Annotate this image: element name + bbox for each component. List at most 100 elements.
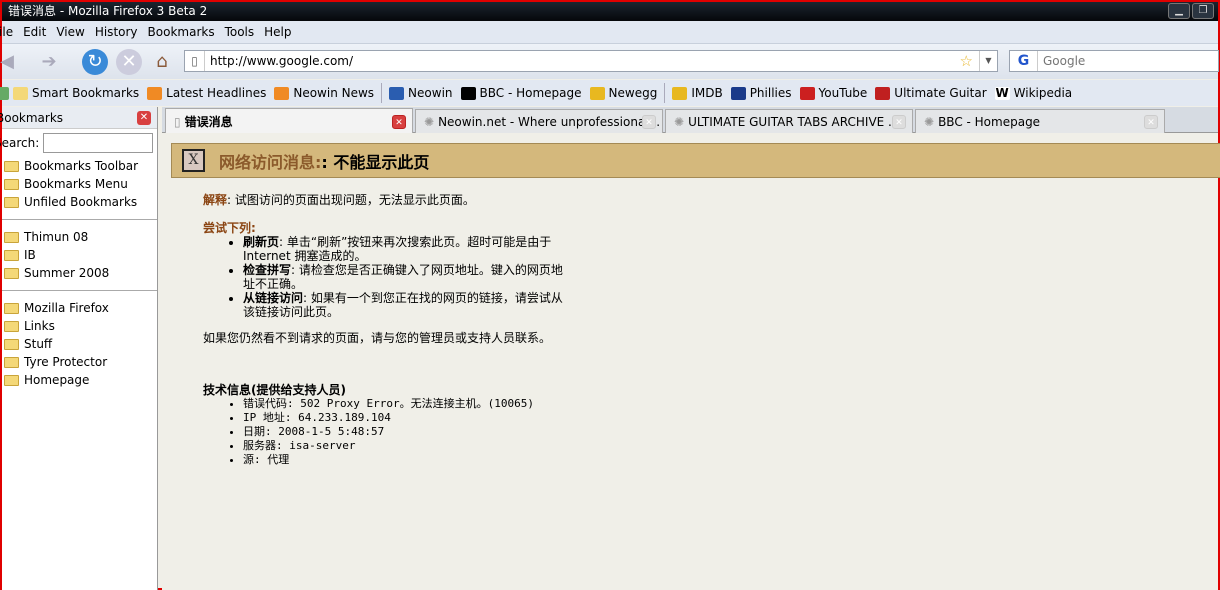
sidebar-folder[interactable]: Mozilla Firefox xyxy=(2,299,157,317)
folder-label: Homepage xyxy=(24,373,90,387)
rss-icon xyxy=(274,86,290,100)
sidebar-folder[interactable]: Links xyxy=(2,317,157,335)
banner-subtitle: : 不能显示此页 xyxy=(321,152,430,172)
sidebar-folder[interactable]: Tyre Protector xyxy=(2,353,157,371)
bookmark-ultimate-guitar[interactable]: Ultimate Guitar xyxy=(871,86,990,100)
bookmark-neowin[interactable]: Neowin xyxy=(385,86,456,100)
url-bar[interactable]: ▯ ☆ ▼ xyxy=(184,50,998,72)
bookmark-imdb[interactable]: IMDB xyxy=(668,86,726,100)
menu-file[interactable]: File xyxy=(0,21,18,43)
tab-close-button[interactable]: ✕ xyxy=(392,114,406,129)
search-bar[interactable]: G xyxy=(1009,50,1219,72)
tab[interactable]: ✺ ULTIMATE GUITAR TABS ARCHIVE ... ✕ xyxy=(665,109,913,133)
sidebar-folder[interactable]: Unfiled Bookmarks xyxy=(2,193,157,211)
forward-button[interactable]: ➔ xyxy=(36,49,62,75)
bookmark-label: Smart Bookmarks xyxy=(32,86,140,100)
google-engine-icon[interactable]: G xyxy=(1010,51,1038,71)
folder-icon xyxy=(4,178,19,190)
menu-bookmarks[interactable]: Bookmarks xyxy=(143,21,220,43)
try-item-title: 从链接访问 xyxy=(243,291,304,305)
folder-icon xyxy=(4,267,19,279)
explain-label: 解释 xyxy=(203,193,228,207)
sidebar-folder[interactable]: Bookmarks Toolbar xyxy=(2,157,157,175)
error-banner: X 网络访问消息: : 不能显示此页 xyxy=(171,143,1220,178)
bookmark-bbc-homepage[interactable]: BBC - Homepage xyxy=(457,86,586,100)
youtube-icon xyxy=(799,86,815,100)
stop-button[interactable]: ✕ xyxy=(116,49,142,75)
toolbar-separator xyxy=(664,83,666,103)
wikipedia-icon: W xyxy=(994,85,1010,100)
tab[interactable]: ✺ Neowin.net - Where unprofessional... ✕ xyxy=(415,109,663,133)
restore-button[interactable]: ❐ xyxy=(1192,3,1214,19)
bookmark-newegg[interactable]: Newegg xyxy=(586,86,662,100)
tech-info-item: 服务器: isa-server xyxy=(243,439,563,453)
sidebar-title: Bookmarks xyxy=(0,111,64,125)
search-input[interactable] xyxy=(1038,54,1218,68)
tab-close-button[interactable]: ✕ xyxy=(1144,114,1158,129)
tab-close-button[interactable]: ✕ xyxy=(642,114,656,129)
menu-help[interactable]: Help xyxy=(259,21,296,43)
tech-info-item: 日期: 2008-1-5 5:48:57 xyxy=(243,425,563,439)
folder-label: Links xyxy=(24,319,55,333)
bookmarks-sidebar: Bookmarks ✕ Search: Bookmarks Toolbar Boo… xyxy=(0,107,158,590)
home-button[interactable]: ⌂ xyxy=(149,49,175,75)
tab-close-button[interactable]: ✕ xyxy=(892,114,906,129)
sidebar-close-button[interactable]: ✕ xyxy=(137,111,151,125)
url-dropdown-button[interactable]: ▼ xyxy=(979,51,997,71)
bookmark-youtube[interactable]: YouTube xyxy=(796,86,872,100)
add-bookmark-icon xyxy=(0,86,9,100)
tab-label: Neowin.net - Where unprofessional... xyxy=(438,114,661,129)
sidebar-folder[interactable]: Summer 2008 xyxy=(2,264,157,282)
folder-label: IB xyxy=(24,248,36,262)
bookmark-wikipedia[interactable]: W Wikipedia xyxy=(991,86,1077,100)
bbc-icon xyxy=(460,86,476,100)
folder-label: Unfiled Bookmarks xyxy=(24,195,138,209)
try-colon: : xyxy=(251,221,256,235)
sidebar-folder[interactable]: Stuff xyxy=(2,335,157,353)
back-button[interactable]: ◀ xyxy=(0,49,20,75)
bookmark-star-icon[interactable]: ☆ xyxy=(960,52,973,70)
menu-history[interactable]: History xyxy=(90,21,143,43)
banner-title: 网络访问消息: xyxy=(219,152,322,172)
tab[interactable]: ▯ 错误消息 ✕ xyxy=(165,108,413,134)
page-icon: ▯ xyxy=(174,114,181,129)
menu-tools[interactable]: Tools xyxy=(220,21,260,43)
try-item: 检查拼写: 请检查您是否正确键入了网页地址。键入的网页地址不正确。 xyxy=(243,263,563,291)
bookmark-neowin-news[interactable]: Neowin News xyxy=(270,86,378,100)
folder-icon xyxy=(4,338,19,350)
try-item-text: : 单击“刷新”按钮来再次搜索此页。超时可能是由于 Internet 拥塞造成的… xyxy=(243,235,552,263)
tech-info-item: IP 地址: 64.233.189.104 xyxy=(243,411,563,425)
tab[interactable]: ✺ BBC - Homepage ✕ xyxy=(915,109,1165,133)
sidebar-folder[interactable]: Bookmarks Menu xyxy=(2,175,157,193)
try-item-text: : 请检查您是否正确键入了网页地址。键入的网页地址不正确。 xyxy=(243,263,563,291)
bookmark-label: Latest Headlines xyxy=(166,86,267,100)
bookmark-label: Wikipedia xyxy=(1013,86,1073,100)
menu-edit[interactable]: Edit xyxy=(18,21,51,43)
folder-label: Stuff xyxy=(24,337,53,351)
menu-view[interactable]: View xyxy=(51,21,89,43)
sidebar-search-input[interactable] xyxy=(43,133,154,153)
page-icon: ▯ xyxy=(185,51,205,71)
sidebar-folder[interactable]: IB xyxy=(2,246,157,264)
tab-label: BBC - Homepage xyxy=(938,114,1041,129)
bookmark-label: BBC - Homepage xyxy=(479,86,582,100)
bookmark-latest-headlines[interactable]: Latest Headlines xyxy=(143,86,270,100)
bookmark-phillies[interactable]: Phillies xyxy=(727,86,796,100)
bookmark-label: IMDB xyxy=(691,86,723,100)
error-x-icon: X xyxy=(182,149,205,172)
url-input[interactable] xyxy=(205,54,997,68)
bookmark-smart-bookmarks[interactable]: Smart Bookmarks xyxy=(9,86,143,100)
sidebar-folder[interactable]: Homepage xyxy=(2,371,157,389)
folder-label: Tyre Protector xyxy=(24,355,108,369)
folder-label: Bookmarks Menu xyxy=(24,177,128,191)
page-content: X 网络访问消息: : 不能显示此页 解释: 试图访问的页面出现问题，无法显示此… xyxy=(162,133,1220,590)
folder-label: Bookmarks Toolbar xyxy=(24,159,139,173)
bookmark-label: Neowin xyxy=(408,86,453,100)
folder-icon xyxy=(4,356,19,368)
try-item: 从链接访问: 如果有一个到您正在找的网页的链接，请尝试从该链接访问此页。 xyxy=(243,291,563,319)
sidebar-folder[interactable]: Thimun 08 xyxy=(2,228,157,246)
try-item-title: 检查拼写 xyxy=(243,263,292,277)
minimize-button[interactable]: ▁ xyxy=(1168,3,1190,19)
reload-button[interactable]: ↻ xyxy=(82,49,108,75)
bookmark-label: Neowin News xyxy=(293,86,375,100)
